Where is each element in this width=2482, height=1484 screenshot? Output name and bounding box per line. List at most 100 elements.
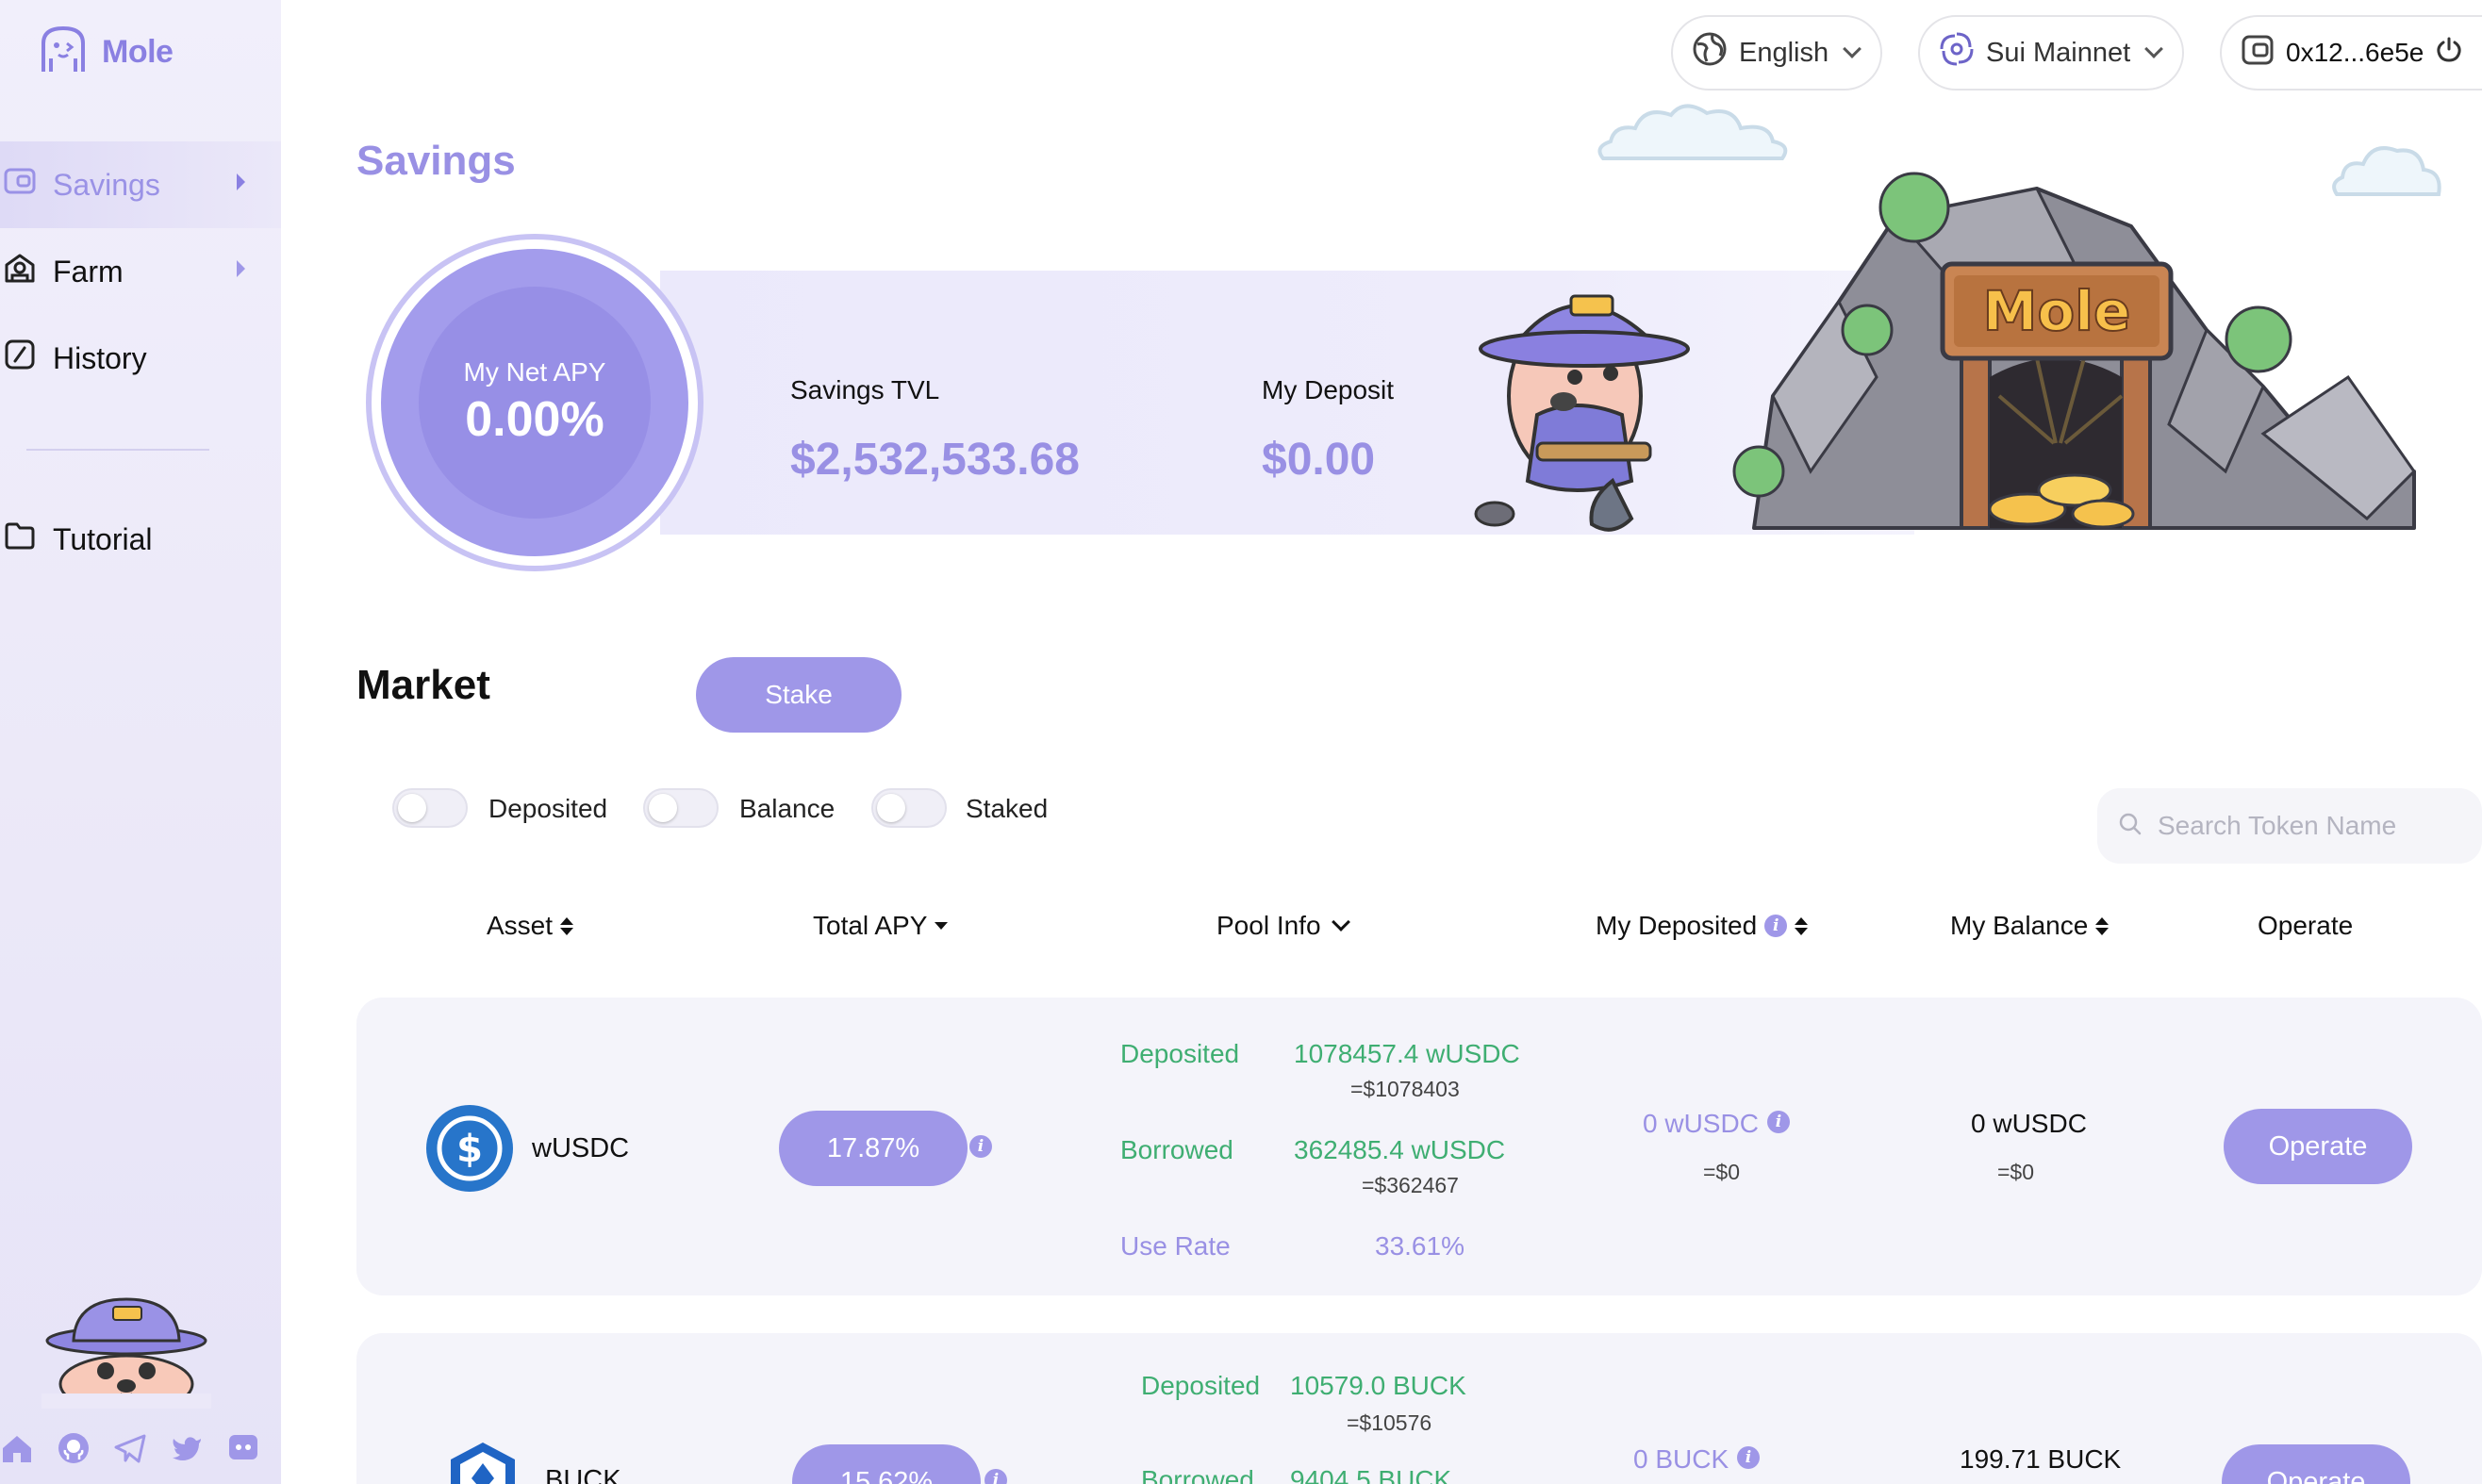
column-header-total-apy[interactable]: Total APY	[813, 911, 949, 941]
my-deposited-value: 0 wUSDC	[1643, 1109, 1759, 1138]
borrowed-value: 9404.5 BUCK	[1290, 1465, 1452, 1484]
social-links	[0, 1431, 260, 1465]
borrowed-usd: =$362467	[1362, 1173, 1459, 1197]
sidebar-item-label: History	[53, 340, 147, 375]
power-icon[interactable]	[2435, 36, 2463, 71]
sort-desc-icon	[935, 922, 949, 930]
deposited-label: Deposited	[1141, 1371, 1261, 1400]
folder-icon	[4, 519, 36, 559]
mascot-illustration	[41, 1292, 211, 1414]
balance-toggle-label: Balance	[739, 794, 836, 823]
wallet-icon	[2241, 33, 2275, 74]
language-selector[interactable]: English	[1671, 15, 1882, 91]
wallet-button[interactable]: 0x12...6e5e	[2220, 15, 2482, 91]
network-selector[interactable]: Sui Mainnet	[1918, 15, 2184, 91]
my-deposit-value: $0.00	[1262, 435, 1376, 485]
column-header-asset[interactable]: Asset	[487, 911, 574, 941]
chevron-right-icon	[237, 173, 245, 190]
sort-icon	[2095, 916, 2110, 935]
my-deposited-value: 0 BUCK	[1633, 1444, 1729, 1474]
info-icon[interactable]: i	[969, 1135, 992, 1158]
globe-icon	[1692, 31, 1728, 74]
my-deposited-usd: =$0	[1703, 1160, 1741, 1184]
column-header-label: Asset	[487, 911, 554, 940]
buck-icon	[445, 1439, 521, 1484]
balance-toggle[interactable]	[643, 788, 719, 828]
telegram-icon[interactable]	[113, 1431, 147, 1465]
wallet-address: 0x12...6e5e	[2286, 38, 2424, 67]
column-header-my-balance[interactable]: My Balance	[1950, 911, 2110, 941]
deposited-usd: =$10576	[1347, 1410, 1432, 1435]
language-label: English	[1739, 37, 1829, 68]
sidebar-item-label: Farm	[53, 254, 124, 289]
sidebar: Mole Savings Farm History Tutorial	[0, 0, 281, 1484]
chevron-down-icon	[1843, 40, 1862, 58]
apy-badge: 17.87%	[779, 1111, 968, 1186]
asset-name: wUSDC	[532, 1133, 630, 1163]
borrowed-label: Borrowed	[1120, 1135, 1233, 1164]
network-label: Sui Mainnet	[1986, 37, 2131, 68]
info-icon[interactable]: i	[1737, 1446, 1760, 1469]
borrowed-value: 362485.4 wUSDC	[1294, 1135, 1506, 1164]
column-header-label: Total APY	[813, 911, 928, 940]
table-row: BUCK 15.62% i Deposited 10579.0 BUCK =$1…	[356, 1333, 2482, 1484]
deposited-toggle-label: Deposited	[488, 794, 608, 823]
discord-icon[interactable]	[226, 1431, 260, 1465]
operate-button[interactable]: Operate	[2224, 1109, 2412, 1184]
chevron-down-icon	[2144, 40, 2164, 58]
net-apy-label: My Net APY	[463, 357, 606, 387]
stake-button[interactable]: Stake	[696, 657, 902, 733]
tvl-value: $2,532,533.68	[790, 435, 1080, 485]
history-icon	[4, 338, 36, 378]
column-header-pool-info[interactable]: Pool Info	[1216, 911, 1350, 941]
deposited-value: 10579.0 BUCK	[1290, 1371, 1466, 1400]
mole-cave-illustration: Mole	[1471, 160, 2424, 561]
search-box[interactable]	[2097, 788, 2482, 864]
borrowed-label: Borrowed	[1141, 1465, 1254, 1484]
deposited-usd: =$1078403	[1350, 1077, 1460, 1101]
home-icon[interactable]	[0, 1431, 34, 1465]
my-balance-usd: =$0	[1997, 1160, 2035, 1184]
mole-logo-icon	[38, 25, 89, 80]
column-header-my-deposited[interactable]: My Deposited i	[1596, 911, 1809, 941]
sidebar-divider	[26, 449, 209, 451]
page-title: Savings	[356, 138, 516, 184]
farm-icon	[4, 252, 36, 291]
sort-icon	[1795, 916, 1809, 935]
info-icon[interactable]: i	[985, 1469, 1007, 1484]
net-apy-value: 0.00%	[465, 392, 604, 447]
logo-text: Mole	[102, 34, 174, 70]
column-header-label: Operate	[2258, 911, 2354, 940]
github-icon[interactable]	[57, 1431, 91, 1465]
column-header-label: My Deposited	[1596, 911, 1758, 940]
net-apy-ring: My Net APY 0.00%	[372, 239, 698, 566]
sidebar-item-tutorial[interactable]: Tutorial	[0, 496, 281, 583]
my-deposit-label: My Deposit	[1262, 375, 1395, 404]
svg-text:$: $	[456, 1128, 483, 1171]
chevron-down-icon	[1331, 913, 1350, 932]
search-input[interactable]	[2158, 811, 2459, 841]
info-icon[interactable]: i	[1764, 915, 1788, 937]
staked-toggle[interactable]	[871, 788, 947, 828]
asset-name: BUCK	[545, 1465, 621, 1484]
sidebar-item-savings[interactable]: Savings	[0, 141, 281, 228]
info-icon[interactable]: i	[1767, 1111, 1790, 1133]
market-title: Market	[356, 662, 490, 708]
search-icon	[2118, 812, 2143, 841]
operate-button[interactable]: Operate	[2222, 1444, 2410, 1484]
my-balance-value: 199.71 BUCK	[1960, 1444, 2122, 1474]
sidebar-item-history[interactable]: History	[0, 315, 281, 402]
app-logo[interactable]: Mole	[38, 25, 174, 80]
apy-badge: 15.62%	[792, 1444, 981, 1484]
twitter-icon[interactable]	[170, 1431, 204, 1465]
use-rate-value: 33.61%	[1375, 1231, 1464, 1261]
network-icon	[1939, 31, 1975, 74]
deposited-toggle[interactable]	[392, 788, 468, 828]
sidebar-item-farm[interactable]: Farm	[0, 228, 281, 315]
use-rate-label: Use Rate	[1120, 1231, 1231, 1261]
wallet-icon	[4, 165, 36, 205]
column-header-operate: Operate	[2258, 911, 2353, 941]
column-header-label: My Balance	[1950, 911, 2089, 940]
tvl-label: Savings TVL	[790, 375, 940, 404]
banner-sign-text: Mole	[1983, 279, 2131, 343]
